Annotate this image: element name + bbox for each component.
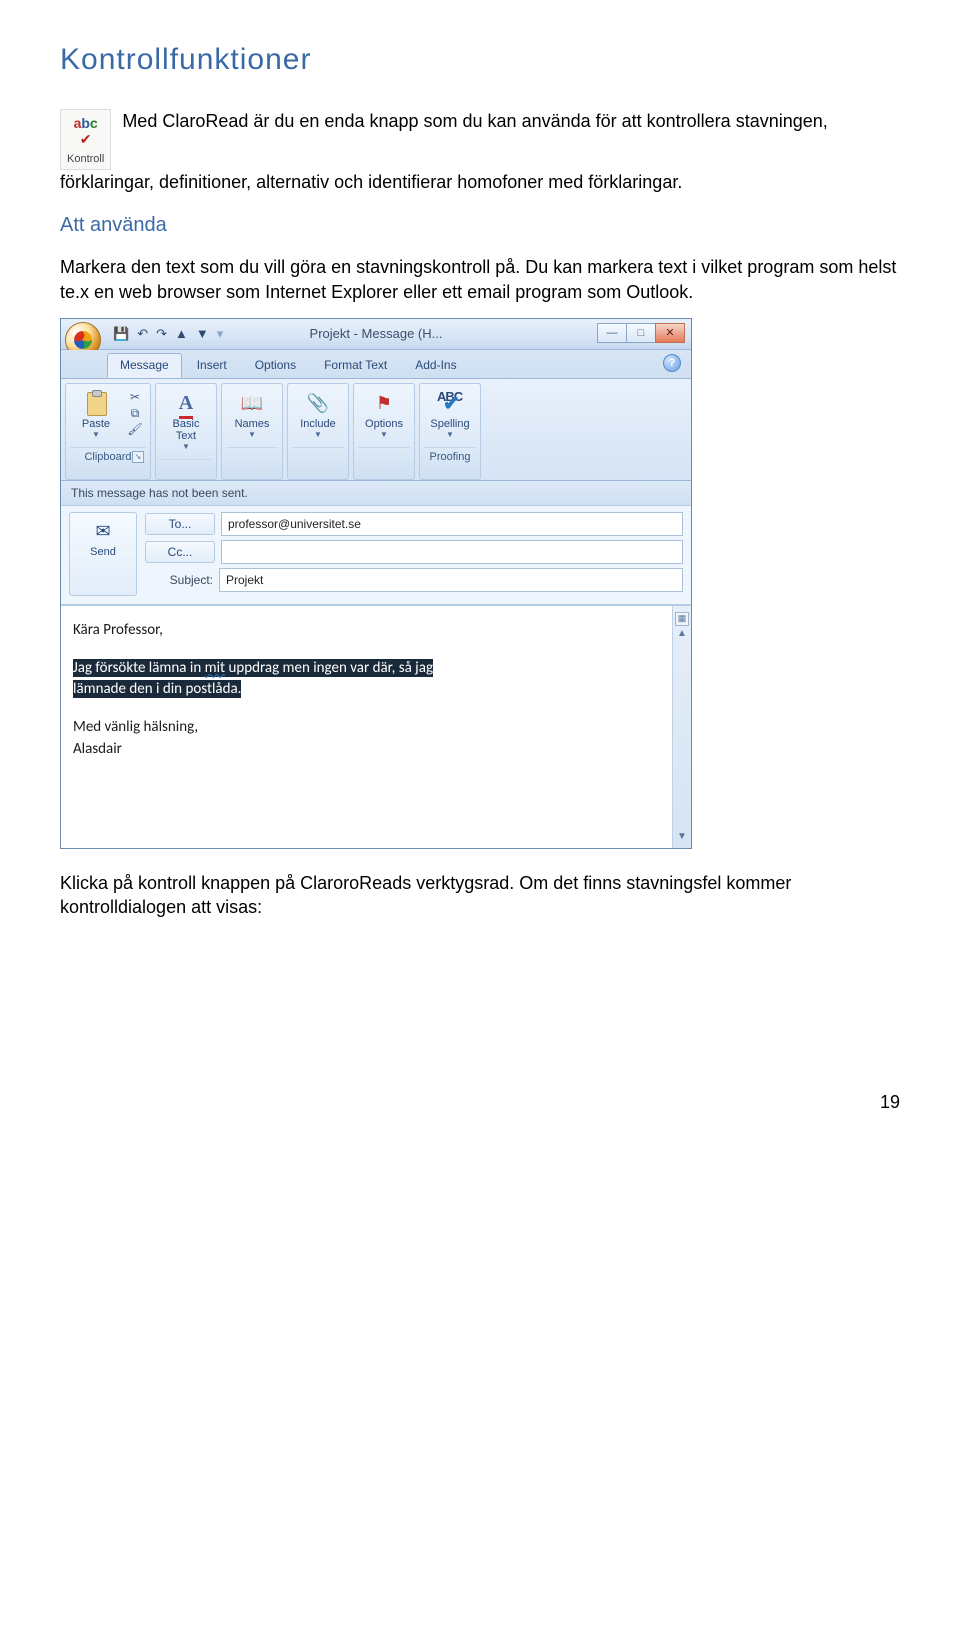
outlook-window: 💾 ↶ ↷ ▲ ▼ ▾ Projekt - Message (H... — □ … <box>60 318 692 849</box>
qat-save-icon[interactable]: 💾 <box>113 325 129 343</box>
dialog-launcher-icon[interactable]: ↘ <box>132 451 144 463</box>
titlebar: 💾 ↶ ↷ ▲ ▼ ▾ Projekt - Message (H... — □ … <box>61 319 691 350</box>
paste-label: Paste <box>82 418 110 430</box>
format-painter-icon[interactable]: 🖌 <box>126 422 144 436</box>
message-body[interactable]: Kära Professor, Jag försökte lämna in mi… <box>61 605 691 848</box>
basic-text-button[interactable]: A Basic Text ▼ <box>160 388 212 455</box>
body-scrollbar[interactable]: ▦ ▲ ▼ <box>672 606 691 848</box>
options-label: Options <box>365 418 403 430</box>
paragraph-2: Klicka på kontroll knappen på ClaroroRea… <box>60 871 900 920</box>
sel-misspelled: mit <box>205 659 225 677</box>
page-title: Kontrollfunktioner <box>60 40 900 81</box>
group-clipboard: Paste ▼ ✂ ⧉ 🖌 Clipboard ↘ <box>65 383 151 480</box>
chevron-down-icon: ▼ <box>446 430 454 441</box>
to-button[interactable]: To... <box>145 513 215 535</box>
close-button[interactable]: ✕ <box>655 323 685 343</box>
info-bar: This message has not been sent. <box>61 481 691 506</box>
cc-field[interactable] <box>221 540 683 564</box>
clipboard-mini: ✂ ⧉ 🖌 <box>124 388 146 443</box>
check-icon: ✔ <box>67 130 104 149</box>
cut-icon[interactable]: ✂ <box>126 390 144 404</box>
chevron-down-icon: ▼ <box>182 442 190 453</box>
chevron-down-icon: ▼ <box>248 430 256 441</box>
spelling-button[interactable]: ABC ✔ Spelling ▼ <box>424 388 476 443</box>
qat-prev-icon[interactable]: ▲ <box>175 325 188 343</box>
group-proofing-label: Proofing <box>424 447 476 467</box>
qat-next-icon[interactable]: ▼ <box>196 325 209 343</box>
maximize-button[interactable]: □ <box>626 323 656 343</box>
intro-paragraph: abc ✔ Kontroll Med ClaroRead är du en en… <box>60 109 900 195</box>
spelling-label: Spelling <box>430 418 469 430</box>
qat-undo-icon[interactable]: ↶ <box>137 325 148 343</box>
body-selected-text: Jag försökte lämna in mit uppdrag men in… <box>73 658 679 699</box>
letter-a-icon: A <box>179 390 193 417</box>
scroll-down-icon[interactable]: ▼ <box>677 829 687 843</box>
envelope-icon: ✉ <box>74 519 132 543</box>
body-closing: Med vänlig hälsning, <box>73 717 679 737</box>
sub-heading: Att använda <box>60 212 900 239</box>
group-names: 📖 Names ▼ <box>221 383 283 480</box>
body-signature: Alasdair <box>73 739 679 759</box>
window-title: Projekt - Message (H... <box>310 325 443 343</box>
kontroll-icon-label: Kontroll <box>67 152 104 167</box>
send-button[interactable]: ✉ Send <box>69 512 137 596</box>
paste-button[interactable]: Paste ▼ <box>70 388 122 443</box>
scroll-up-icon[interactable]: ▲ <box>677 626 687 640</box>
subject-field[interactable] <box>219 568 683 592</box>
clipboard-label-text: Clipboard <box>84 451 131 463</box>
paperclip-icon: 📎 <box>305 390 331 416</box>
quick-access-toolbar: 💾 ↶ ↷ ▲ ▼ ▾ <box>113 325 223 343</box>
paste-icon <box>83 390 109 416</box>
group-basic-text-label <box>160 459 212 479</box>
tab-insert[interactable]: Insert <box>184 353 240 378</box>
group-include: 📎 Include ▼ <box>287 383 349 480</box>
group-options: ⚑ Options ▼ <box>353 383 415 480</box>
ruler-toggle-icon[interactable]: ▦ <box>675 612 689 626</box>
to-field[interactable] <box>221 512 683 536</box>
group-clipboard-label: Clipboard ↘ <box>70 447 146 467</box>
subject-label: Subject: <box>145 572 213 588</box>
tab-addins[interactable]: Add-Ins <box>402 353 469 378</box>
sel-part-a: Jag försökte lämna in <box>73 659 205 677</box>
chevron-down-icon: ▼ <box>380 430 388 441</box>
kontroll-icon: abc ✔ Kontroll <box>60 109 111 171</box>
group-include-label <box>292 447 344 467</box>
spelling-icon: ABC ✔ <box>437 390 463 416</box>
cc-button[interactable]: Cc... <box>145 541 215 563</box>
chevron-down-icon: ▼ <box>314 430 322 441</box>
basic-text-label: Basic Text <box>173 418 200 442</box>
send-label: Send <box>90 546 116 558</box>
intro-text: Med ClaroRead är du en enda knapp som du… <box>60 111 828 193</box>
ribbon: Paste ▼ ✂ ⧉ 🖌 Clipboard ↘ A Basic Text <box>61 378 691 481</box>
include-button[interactable]: 📎 Include ▼ <box>292 388 344 443</box>
window-buttons: — □ ✕ <box>597 323 685 343</box>
qat-redo-icon[interactable]: ↷ <box>156 325 167 343</box>
names-button[interactable]: 📖 Names ▼ <box>226 388 278 443</box>
flag-icon: ⚑ <box>371 390 397 416</box>
group-basic-text: A Basic Text ▼ <box>155 383 217 480</box>
tab-options[interactable]: Options <box>242 353 309 378</box>
body-greeting: Kära Professor, <box>73 620 679 640</box>
ribbon-tabs: Message Insert Options Format Text Add-I… <box>61 350 691 378</box>
sel-part-c: uppdrag men ingen var där, så jag <box>225 659 433 677</box>
chevron-down-icon: ▼ <box>92 430 100 441</box>
qat-dropdown-icon[interactable]: ▾ <box>217 325 224 343</box>
help-button[interactable]: ? <box>663 354 681 372</box>
tab-message[interactable]: Message <box>107 353 182 378</box>
group-proofing: ABC ✔ Spelling ▼ Proofing <box>419 383 481 480</box>
group-names-label <box>226 447 278 467</box>
page-number: 19 <box>60 1090 900 1114</box>
address-book-icon: 📖 <box>239 390 265 416</box>
paragraph-1: Markera den text som du vill göra en sta… <box>60 255 900 304</box>
tab-format-text[interactable]: Format Text <box>311 353 400 378</box>
group-options-label <box>358 447 410 467</box>
options-button[interactable]: ⚑ Options ▼ <box>358 388 410 443</box>
message-header: ✉ Send To... Cc... Subject: <box>61 506 691 605</box>
minimize-button[interactable]: — <box>597 323 627 343</box>
sel-line-2: lämnade den i din postlåda. <box>73 680 241 698</box>
names-label: Names <box>235 418 270 430</box>
include-label: Include <box>300 418 335 430</box>
copy-icon[interactable]: ⧉ <box>126 406 144 420</box>
